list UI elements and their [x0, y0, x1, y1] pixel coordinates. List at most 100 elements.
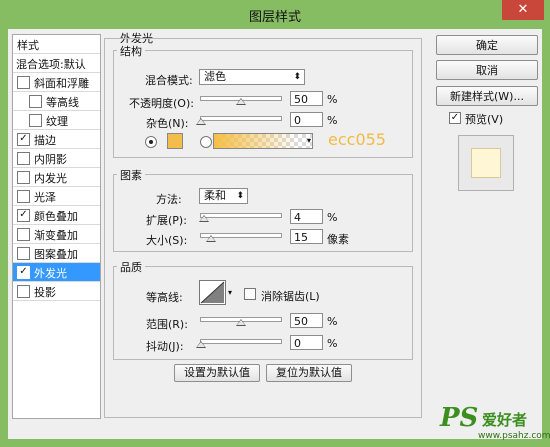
range-slider-thumb[interactable] [236, 319, 246, 326]
antialias-label: 消除锯齿(L) [261, 290, 320, 303]
new-style-button[interactable]: 新建样式(W)... [436, 86, 538, 106]
styles-list-item[interactable]: 投影 [13, 282, 100, 301]
layer-style-dialog: 图层样式 ✕ 样式 混合选项:默认 斜面和浮雕等高线纹理 ✓ 描边内阴影内发光光泽 ✓… [0, 0, 550, 447]
style-checkbox[interactable] [17, 228, 30, 241]
site-logo: PS 爱好者 www.psahz.com [438, 403, 550, 447]
styles-list-item[interactable]: ✓ 外发光 [13, 263, 100, 282]
style-item-label: 渐变叠加 [34, 229, 78, 242]
style-item-label: 光泽 [34, 191, 56, 204]
style-checkbox[interactable] [29, 95, 42, 108]
elements-label: 图素 [117, 167, 145, 183]
reset-default-button[interactable]: 复位为默认值 [266, 364, 352, 382]
jitter-unit: % [327, 337, 338, 350]
dialog-title: 图层样式 [248, 10, 301, 25]
style-checkbox[interactable] [17, 247, 30, 260]
range-label: 范围(R): [146, 318, 188, 331]
opacity-input[interactable]: 50 [290, 91, 323, 106]
dropdown-arrow-icon: ⬍ [293, 72, 301, 82]
blend-options-label: 混合选项:默认 [16, 58, 86, 71]
styles-list-item[interactable]: 渐变叠加 [13, 225, 100, 244]
preview-checkbox[interactable]: ✓ [449, 112, 461, 124]
technique-value: 柔和 [204, 189, 226, 202]
glow-gradient-picker[interactable]: ▾ [213, 133, 313, 149]
style-checkbox[interactable] [17, 152, 30, 165]
antialias-checkbox[interactable] [244, 288, 256, 300]
style-checkbox[interactable] [17, 285, 30, 298]
solid-color-radio[interactable] [145, 136, 157, 148]
range-input[interactable]: 50 [290, 313, 323, 328]
styles-header[interactable]: 样式 [13, 35, 100, 54]
quality-label: 品质 [117, 259, 145, 275]
spread-slider[interactable] [200, 213, 282, 218]
opacity-slider-thumb[interactable] [236, 98, 246, 105]
style-item-label: 投影 [34, 286, 56, 299]
logo-cn-text: 爱好者 [482, 411, 528, 429]
styles-header-label: 样式 [17, 39, 39, 52]
style-checkbox[interactable] [17, 76, 30, 89]
style-item-label: 颜色叠加 [34, 210, 78, 223]
jitter-slider[interactable] [200, 339, 282, 344]
style-checkbox[interactable] [29, 114, 42, 127]
style-item-label: 斜面和浮雕 [34, 77, 89, 90]
styles-list-item[interactable]: ✓ 描边 [13, 130, 100, 149]
styles-list-item[interactable]: 光泽 [13, 187, 100, 206]
styles-list: 样式 混合选项:默认 斜面和浮雕等高线纹理 ✓ 描边内阴影内发光光泽 ✓ 颜色叠加渐变叠… [12, 34, 101, 419]
blend-mode-select[interactable]: 滤色 ⬍ [199, 69, 305, 85]
style-checkbox[interactable]: ✓ [17, 266, 30, 279]
noise-label: 杂色(N): [146, 117, 189, 130]
structure-label: 结构 [117, 43, 145, 59]
size-input[interactable]: 15 [290, 229, 323, 244]
noise-slider[interactable] [200, 116, 282, 121]
styles-list-item[interactable]: 内阴影 [13, 149, 100, 168]
preview-label: 预览(V) [465, 113, 504, 126]
contour-label: 等高线: [146, 291, 183, 304]
style-item-label: 纹理 [46, 115, 68, 128]
style-checkbox[interactable]: ✓ [17, 209, 30, 222]
contour-picker[interactable] [199, 280, 226, 305]
gradient-dropdown-icon[interactable]: ▾ [307, 134, 311, 148]
technique-label: 方法: [156, 193, 182, 206]
blend-mode-value: 滤色 [204, 70, 226, 83]
styles-list-item[interactable]: 等高线 [13, 92, 100, 111]
opacity-unit: % [327, 93, 338, 106]
jitter-input[interactable]: 0 [290, 335, 323, 350]
contour-curve-icon [200, 281, 225, 304]
styles-list-item[interactable]: ✓ 颜色叠加 [13, 206, 100, 225]
style-checkbox[interactable] [17, 190, 30, 203]
opacity-label: 不透明度(O): [129, 97, 194, 110]
close-button[interactable]: ✕ [502, 0, 544, 20]
gradient-radio[interactable] [200, 136, 212, 148]
jitter-slider-thumb[interactable] [196, 341, 206, 348]
ok-button[interactable]: 确定 [436, 35, 538, 55]
spread-label: 扩展(P): [146, 214, 187, 227]
styles-list-item[interactable]: 纹理 [13, 111, 100, 130]
noise-slider-thumb[interactable] [196, 118, 206, 125]
color-code-annotation: ecc055 [328, 130, 386, 149]
range-unit: % [327, 315, 338, 328]
style-preview [458, 135, 514, 191]
style-item-label: 图案叠加 [34, 248, 78, 261]
spread-slider-thumb[interactable] [199, 215, 210, 222]
noise-unit: % [327, 114, 338, 127]
contour-dropdown-icon[interactable]: ▾ [228, 288, 232, 297]
size-unit: 像素 [327, 233, 349, 246]
title-bar: 图层样式 ✕ [0, 0, 550, 28]
glow-color-swatch[interactable] [167, 133, 183, 149]
style-checkbox[interactable]: ✓ [17, 133, 30, 146]
cancel-button[interactable]: 取消 [436, 60, 538, 80]
style-preview-swatch [471, 148, 501, 178]
styles-list-item[interactable]: 斜面和浮雕 [13, 73, 100, 92]
spread-input[interactable]: 4 [290, 209, 323, 224]
spread-unit: % [327, 211, 338, 224]
style-item-label: 描边 [34, 134, 56, 147]
blend-options-item[interactable]: 混合选项:默认 [13, 54, 100, 73]
dialog-body: 样式 混合选项:默认 斜面和浮雕等高线纹理 ✓ 描边内阴影内发光光泽 ✓ 颜色叠加渐变叠… [8, 29, 542, 439]
styles-list-item[interactable]: 内发光 [13, 168, 100, 187]
style-checkbox[interactable] [17, 171, 30, 184]
styles-list-item[interactable]: 图案叠加 [13, 244, 100, 263]
noise-input[interactable]: 0 [290, 112, 323, 127]
size-slider-thumb[interactable] [206, 235, 216, 242]
technique-select[interactable]: 柔和 ⬍ [199, 188, 248, 204]
style-item-label: 内阴影 [34, 153, 67, 166]
set-default-button[interactable]: 设置为默认值 [174, 364, 260, 382]
